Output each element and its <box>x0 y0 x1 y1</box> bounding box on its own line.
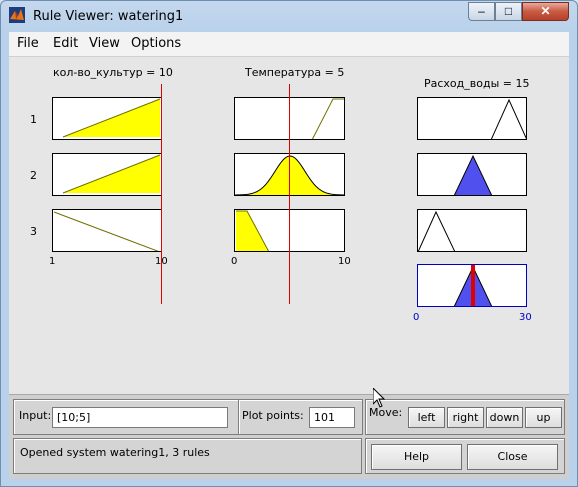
close-window-button[interactable]: ✕ <box>522 2 569 21</box>
rule-number-3: 3 <box>30 225 37 238</box>
minimize-button[interactable]: – <box>468 2 495 21</box>
move-down-button[interactable]: down <box>486 407 523 428</box>
move-panel: Move: left right down up <box>365 399 565 435</box>
menu-bar: File Edit View Options <box>9 32 569 57</box>
output-tick-min: 0 <box>413 312 420 323</box>
rule-number-2: 2 <box>30 169 37 182</box>
plot-points-label: Plot points: <box>242 409 304 422</box>
input2-header: Температура = 5 <box>245 66 345 79</box>
input2-value-indicator[interactable] <box>289 84 290 304</box>
window-title: Rule Viewer: watering1 <box>33 9 184 24</box>
mouse-cursor-icon <box>372 386 386 411</box>
input1-tick-min: 1 <box>49 256 56 267</box>
plot-points-field[interactable]: 101 <box>309 407 355 428</box>
rule-viewer-client: кол-во_культур = 10 Температура = 5 Расх… <box>9 57 569 479</box>
rule2-input1-plot[interactable] <box>52 153 162 196</box>
rule2-output-plot[interactable] <box>417 153 527 196</box>
input1-header: кол-во_культур = 10 <box>53 66 173 79</box>
rule3-output-plot[interactable] <box>417 209 527 252</box>
input-label: Input: <box>19 409 52 422</box>
input2-tick-max: 10 <box>338 256 351 267</box>
rule1-input1-plot[interactable] <box>52 97 162 140</box>
maximize-icon: □ <box>504 4 513 18</box>
output-tick-max: 30 <box>519 312 532 323</box>
input-vector-field[interactable]: [10;5] <box>52 407 228 428</box>
input2-tick-min: 0 <box>231 256 238 267</box>
input-panel: Input: [10;5] <box>13 399 240 435</box>
menu-file[interactable]: File <box>17 36 39 51</box>
maximize-button[interactable]: □ <box>495 2 522 21</box>
input1-value-indicator[interactable] <box>161 84 162 304</box>
rule-viewer-window: Rule Viewer: watering1 – □ ✕ File Edit V… <box>0 0 578 487</box>
move-left-button[interactable]: left <box>408 407 445 428</box>
aggregated-output-plot <box>417 264 527 307</box>
menu-view[interactable]: View <box>89 36 120 51</box>
title-bar[interactable]: Rule Viewer: watering1 – □ ✕ <box>1 1 577 31</box>
menu-edit[interactable]: Edit <box>53 36 78 51</box>
move-right-button[interactable]: right <box>447 407 484 428</box>
status-panel: Opened system watering1, 3 rules <box>13 438 362 474</box>
close-icon: ✕ <box>540 4 551 18</box>
status-message: Opened system watering1, 3 rules <box>20 446 210 459</box>
rule1-output-plot[interactable] <box>417 97 527 140</box>
rule3-input1-plot[interactable] <box>52 209 162 252</box>
move-up-button[interactable]: up <box>525 407 562 428</box>
help-button[interactable]: Help <box>371 444 462 470</box>
rule-number-1: 1 <box>30 113 37 126</box>
plot-points-panel: Plot points: 101 <box>238 399 363 435</box>
control-area: Input: [10;5] Plot points: 101 Move: lef… <box>9 394 569 479</box>
menu-options[interactable]: Options <box>131 36 181 51</box>
close-button[interactable]: Close <box>467 444 558 470</box>
output-header: Расход_воды = 15 <box>424 77 530 90</box>
action-panel: Help Close <box>365 438 565 474</box>
minimize-icon: – <box>478 4 485 18</box>
matlab-icon <box>9 7 25 23</box>
